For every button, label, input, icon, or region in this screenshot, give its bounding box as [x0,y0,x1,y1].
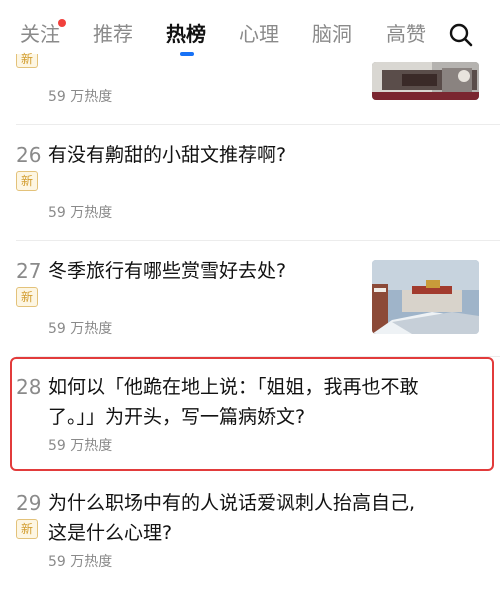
question-title[interactable]: 有没有齁甜的小甜文推荐啊? [48,140,286,170]
thumbnail-image [372,260,479,334]
notification-dot [58,19,66,27]
new-badge: 新 [16,519,38,539]
active-tab-indicator [180,52,194,56]
question-title-line[interactable]: 这是什么心理? [48,518,172,548]
hot-list-item[interactable]: 26 有没有齁甜的小甜文推荐啊? 新 59 万热度 [0,140,500,240]
tab-follow[interactable]: 关注 [20,20,60,48]
tab-most-liked[interactable]: 高赞 [386,20,426,48]
rank-number: 29 [16,491,42,515]
divider [16,124,500,125]
hot-list-item[interactable]: 29 为什么职场中有的人说话爱讽刺人抬高自己, 新 这是什么心理? 59 万热度 [0,488,500,588]
new-badge: 新 [16,53,38,68]
new-badge: 新 [16,171,38,191]
question-title[interactable]: 冬季旅行有哪些赏雪好去处? [48,256,286,286]
tab-hot-list[interactable]: 热榜 [166,20,206,48]
rank-number: 26 [16,143,42,167]
question-title-line[interactable]: 为什么职场中有的人说话爱讽刺人抬高自己, [48,488,415,518]
hot-list-item[interactable]: 新 59 万热度 [0,53,500,122]
heat-count: 59 万热度 [48,321,113,337]
rank-number: 27 [16,259,42,283]
top-tab-bar: 关注 推荐 热榜 心理 脑洞 高赞 [0,0,500,62]
heat-count: 59 万热度 [48,89,113,105]
search-icon[interactable] [448,22,474,48]
thumbnail-image [372,62,479,100]
tab-psychology[interactable]: 心理 [239,20,279,48]
hot-list-item[interactable]: 27 冬季旅行有哪些赏雪好去处? 新 59 万热度 [0,256,500,356]
divider [16,240,500,241]
heat-count: 59 万热度 [48,554,113,570]
tab-brain-hole[interactable]: 脑洞 [312,20,352,48]
new-badge: 新 [16,287,38,307]
heat-count: 59 万热度 [48,205,113,221]
tab-recommend[interactable]: 推荐 [93,20,133,48]
highlight-box [10,357,494,471]
